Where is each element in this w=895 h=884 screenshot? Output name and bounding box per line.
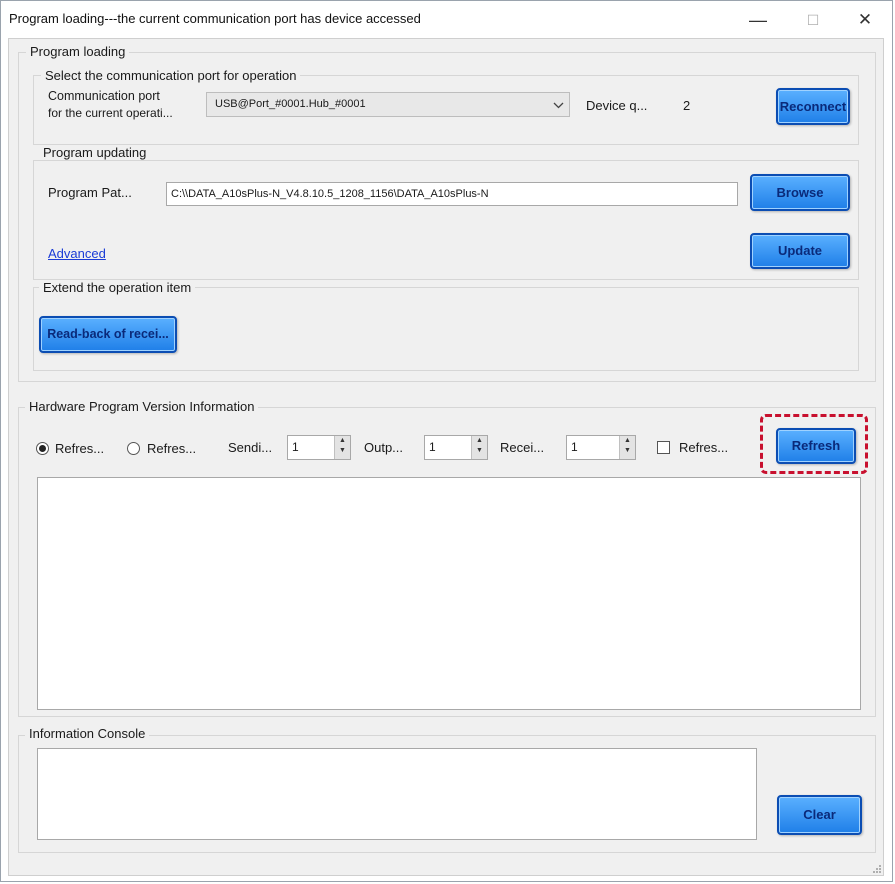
extend-operation-label: Extend the operation item <box>39 280 196 295</box>
window-title: Program loading---the current communicat… <box>9 11 421 26</box>
device-quantity-value: 2 <box>683 98 691 113</box>
spin-down-icon[interactable]: ▼ <box>335 446 350 456</box>
spin-down-icon[interactable]: ▼ <box>620 446 635 456</box>
spin-up-icon[interactable]: ▲ <box>335 436 350 446</box>
port-select-value: USB@Port_#0001.Hub_#0001 <box>215 98 366 110</box>
close-button[interactable]: ✕ <box>853 9 877 31</box>
refresh-radio-1-label: Refres... <box>55 441 105 456</box>
resize-grip-icon[interactable] <box>870 862 882 874</box>
output-label: Outp... <box>364 440 404 455</box>
receiving-card-stepper[interactable]: 1 ▲ ▼ <box>566 435 636 460</box>
sending-card-label: Sendi... <box>228 440 273 455</box>
port-select[interactable]: USB@Port_#0001.Hub_#0001 <box>206 92 570 117</box>
device-quantity-label: Device q... <box>586 98 648 113</box>
chevron-down-icon <box>553 102 564 109</box>
refresh-radio-2-label: Refres... <box>147 441 197 456</box>
program-loading-label: Program loading <box>26 44 130 59</box>
select-port-label: Select the communication port for operat… <box>41 68 301 83</box>
advanced-link[interactable]: Advanced <box>48 246 106 261</box>
reconnect-button[interactable]: Reconnect <box>776 88 850 125</box>
maximize-button[interactable]: ☐ <box>801 9 825 31</box>
receiving-card-label: Recei... <box>500 440 545 455</box>
read-back-button[interactable]: Read-back of recei... <box>39 316 177 353</box>
port-label-line1: Communication port <box>48 89 160 103</box>
output-value: 1 <box>429 440 436 454</box>
program-path-input[interactable]: C:\\DATA_A10sPlus-N_V4.8.10.5_1208_1156\… <box>166 182 738 206</box>
port-label-line2: for the current operati... <box>48 106 173 120</box>
title-bar: Program loading---the current communicat… <box>1 1 892 37</box>
hardware-info-list[interactable] <box>37 477 861 710</box>
refresh-button[interactable]: Refresh <box>776 428 856 464</box>
update-button[interactable]: Update <box>750 233 850 269</box>
receiving-card-value: 1 <box>571 440 578 454</box>
hardware-version-label: Hardware Program Version Information <box>25 399 259 414</box>
program-updating-label: Program updating <box>39 145 151 160</box>
spin-down-icon[interactable]: ▼ <box>472 446 487 456</box>
refresh-checkbox[interactable] <box>657 441 670 454</box>
refresh-checkbox-label: Refres... <box>679 440 729 455</box>
sending-card-stepper[interactable]: 1 ▲ ▼ <box>287 435 351 460</box>
information-console-label: Information Console <box>25 726 150 741</box>
information-console-output[interactable] <box>37 748 757 840</box>
program-path-label: Program Pat... <box>48 185 132 200</box>
program-updating-group <box>33 160 859 280</box>
spin-up-icon[interactable]: ▲ <box>472 436 487 446</box>
refresh-radio-2[interactable] <box>127 442 140 455</box>
spin-up-icon[interactable]: ▲ <box>620 436 635 446</box>
clear-button[interactable]: Clear <box>777 795 862 835</box>
program-path-value: C:\\DATA_A10sPlus-N_V4.8.10.5_1208_1156\… <box>171 188 489 200</box>
output-stepper[interactable]: 1 ▲ ▼ <box>424 435 488 460</box>
browse-button[interactable]: Browse <box>750 174 850 211</box>
sending-card-value: 1 <box>292 440 299 454</box>
refresh-radio-1[interactable] <box>36 442 49 455</box>
minimize-button[interactable]: — <box>746 9 770 31</box>
